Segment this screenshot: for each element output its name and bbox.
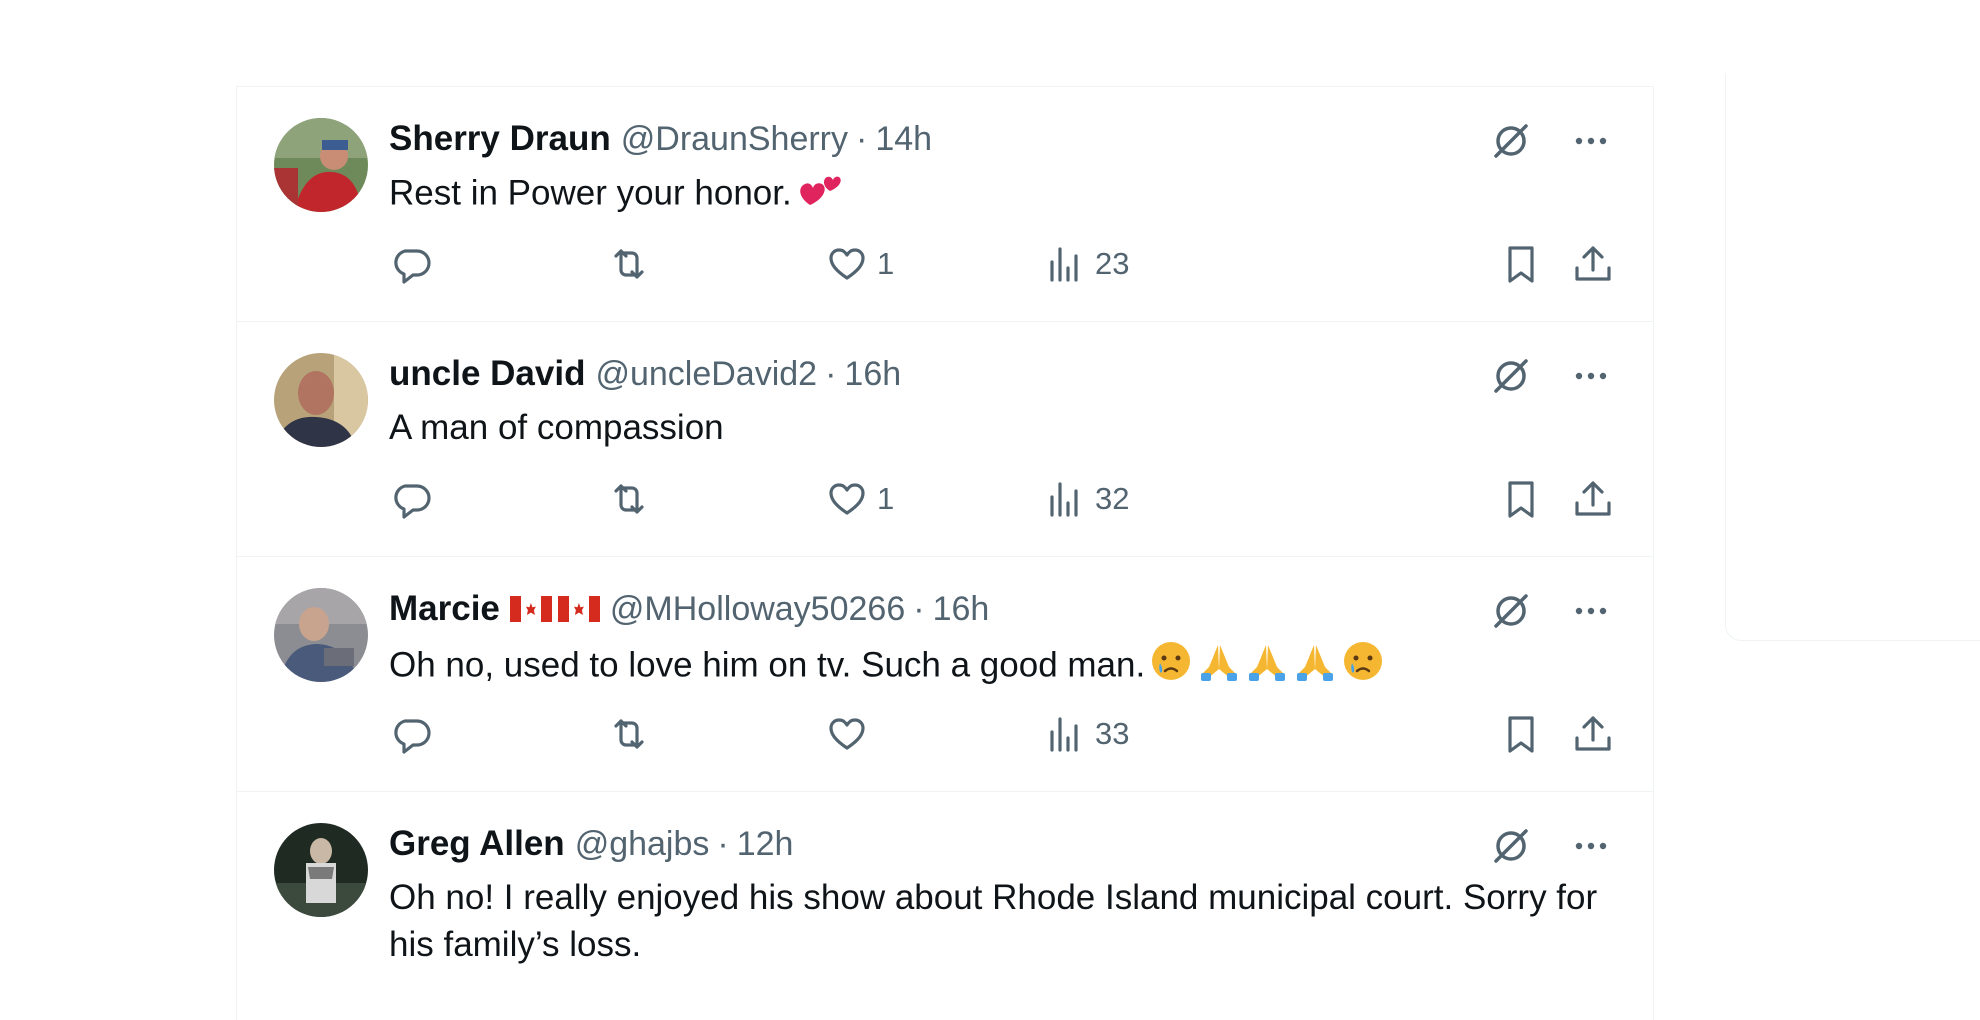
like-button[interactable]: 1: [825, 239, 894, 289]
crying-face-emoji: [1341, 639, 1385, 695]
post-text-content: A man of compassion: [389, 408, 724, 447]
bookmark-button[interactable]: [1499, 474, 1543, 524]
reply-post[interactable]: Greg Allen @ghajbs · 12h Oh no! I really…: [237, 792, 1653, 1020]
author-handle[interactable]: @ghajbs: [575, 825, 710, 864]
post-time[interactable]: 14h: [875, 120, 932, 159]
folded-hands-emoji: [1293, 639, 1337, 695]
post-time[interactable]: 16h: [933, 590, 990, 629]
like-button[interactable]: 1: [825, 474, 894, 524]
repost-icon: [614, 719, 644, 749]
author-handle[interactable]: @uncleDavid2: [595, 355, 817, 394]
share-button[interactable]: [1571, 709, 1615, 759]
view-count: 33: [1095, 716, 1130, 751]
repost-button[interactable]: [607, 474, 651, 524]
analytics-icon: [1050, 717, 1078, 752]
views-button[interactable]: 23: [1043, 239, 1129, 289]
heart-icon: [829, 718, 865, 750]
author-handle[interactable]: @DraunSherry: [621, 120, 848, 159]
like-button[interactable]: [825, 709, 877, 759]
post-time[interactable]: 12h: [737, 825, 794, 864]
post-time[interactable]: 16h: [844, 355, 901, 394]
share-icon: [1575, 716, 1611, 751]
author-name[interactable]: Sherry Draun: [389, 119, 611, 159]
avatar[interactable]: [274, 118, 368, 212]
grok-icon[interactable]: [1489, 589, 1533, 633]
more-icon[interactable]: [1569, 589, 1613, 633]
author-name[interactable]: Marcie: [389, 589, 500, 629]
post-text: Oh no! I really enjoyed his show about R…: [389, 878, 1598, 964]
reply-icon: [394, 719, 431, 754]
share-icon: [1575, 246, 1611, 281]
author-name[interactable]: uncle David: [389, 354, 585, 394]
avatar[interactable]: [274, 353, 368, 447]
canada-flag-icon: [557, 596, 600, 622]
reply-button[interactable]: [389, 709, 433, 759]
canada-flag-icon: [509, 596, 552, 622]
separator-dot: ·: [856, 119, 868, 158]
crying-face-emoji: [1149, 639, 1193, 695]
reply-feed: Sherry Draun @DraunSherry · 14h Rest in …: [236, 86, 1654, 1020]
share-button[interactable]: [1571, 239, 1615, 289]
bookmark-icon: [1508, 716, 1534, 753]
reply-post[interactable]: uncle David @uncleDavid2 · 16h A man of …: [237, 322, 1653, 557]
more-icon[interactable]: [1569, 354, 1613, 398]
post-text: Oh no, used to love him on tv. Such a go…: [389, 639, 1609, 695]
bookmark-button[interactable]: [1499, 239, 1543, 289]
heart-icon: [829, 248, 865, 280]
view-count: 23: [1095, 246, 1130, 281]
more-icon[interactable]: [1569, 119, 1613, 163]
avatar[interactable]: [274, 588, 368, 682]
reply-post[interactable]: Sherry Draun @DraunSherry · 14h Rest in …: [237, 87, 1653, 322]
views-button[interactable]: 33: [1043, 709, 1129, 759]
folded-hands-emoji: [1245, 639, 1289, 695]
grok-icon[interactable]: [1489, 119, 1533, 163]
like-count: 1: [877, 246, 895, 281]
repost-icon: [614, 249, 644, 279]
reply-post[interactable]: Marcie @MHolloway50266 · 16h Oh no, used…: [237, 557, 1653, 792]
separator-dot: ·: [913, 589, 925, 628]
reply-button[interactable]: [389, 474, 433, 524]
separator-dot: ·: [825, 354, 837, 393]
like-count: 1: [877, 481, 895, 516]
view-count: 32: [1095, 481, 1130, 516]
post-text-content: Rest in Power your honor.: [389, 173, 792, 213]
avatar[interactable]: [274, 823, 368, 917]
reply-icon: [394, 484, 431, 519]
repost-icon: [614, 484, 644, 514]
share-icon: [1575, 481, 1611, 516]
reply-icon: [394, 249, 431, 284]
two-hearts-emoji: [796, 169, 842, 221]
repost-button[interactable]: [607, 239, 651, 289]
author-handle[interactable]: @MHolloway50266: [610, 590, 905, 629]
separator-dot: ·: [717, 824, 729, 863]
grok-icon[interactable]: [1489, 354, 1533, 398]
post-text-content: Oh no, used to love him on tv. Such a go…: [389, 645, 1146, 685]
canada-flag-icons: [509, 596, 600, 622]
share-button[interactable]: [1571, 474, 1615, 524]
heart-icon: [829, 483, 865, 515]
sidebar-panel: [1725, 74, 1980, 641]
reply-button[interactable]: [389, 239, 433, 289]
post-text: A man of compassion: [389, 404, 1609, 451]
repost-button[interactable]: [607, 709, 651, 759]
bookmark-icon: [1508, 246, 1534, 283]
analytics-icon: [1050, 247, 1078, 282]
bookmark-icon: [1508, 481, 1534, 518]
views-button[interactable]: 32: [1043, 474, 1129, 524]
folded-hands-emoji: [1197, 639, 1241, 695]
bookmark-button[interactable]: [1499, 709, 1543, 759]
grok-icon[interactable]: [1489, 824, 1533, 868]
analytics-icon: [1050, 482, 1078, 517]
post-text: Rest in Power your honor.: [389, 169, 1609, 221]
author-name[interactable]: Greg Allen: [389, 824, 565, 864]
more-icon[interactable]: [1569, 824, 1613, 868]
